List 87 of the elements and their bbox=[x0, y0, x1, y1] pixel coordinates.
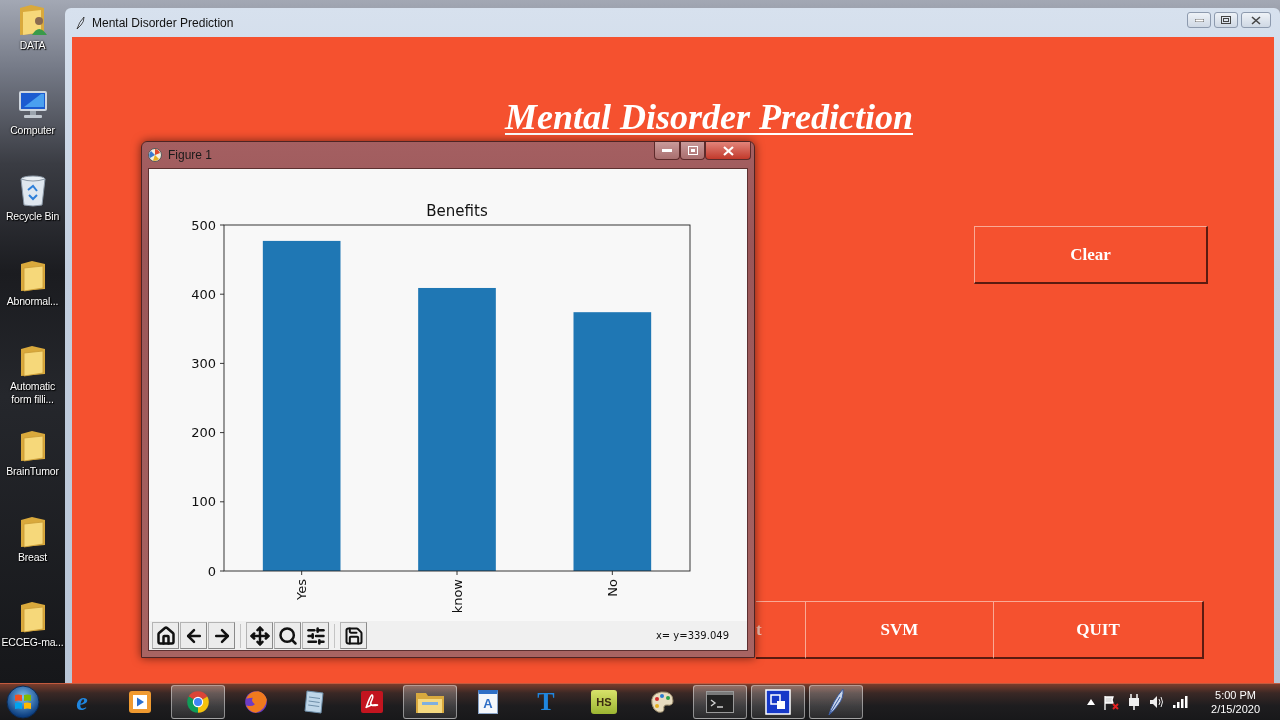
taskbar-button[interactable] bbox=[171, 685, 225, 719]
tick-mark bbox=[219, 362, 225, 364]
letter-logo: T bbox=[537, 688, 555, 716]
desktop-icon-label[interactable]: Breast bbox=[17, 550, 48, 564]
chart-title: Benefits bbox=[426, 202, 488, 220]
tick-label: know bbox=[449, 579, 465, 614]
tick-mark bbox=[219, 293, 225, 295]
globe-icon bbox=[243, 689, 269, 715]
maximize-button[interactable] bbox=[1214, 12, 1238, 28]
tick-label: 0 bbox=[207, 563, 216, 579]
taskbar-button[interactable] bbox=[403, 685, 457, 719]
recycle-bin-icon bbox=[18, 174, 47, 207]
desktop-icon-label[interactable]: Recycle Bin bbox=[5, 209, 60, 223]
tick-mark bbox=[219, 501, 225, 503]
signal-bars-icon bbox=[1173, 696, 1190, 708]
pan-button[interactable] bbox=[246, 622, 273, 649]
home-icon bbox=[155, 625, 176, 646]
circle-logo-icon bbox=[185, 689, 211, 715]
window-title: Figure 1 bbox=[168, 148, 213, 162]
tick-label: 300 bbox=[191, 355, 216, 371]
letter-logo: e bbox=[76, 688, 88, 716]
clock-time[interactable]: 5:00 PM bbox=[1215, 688, 1256, 702]
palette-icon bbox=[649, 690, 675, 714]
sliders-icon bbox=[305, 625, 326, 646]
minimize-icon bbox=[662, 149, 672, 152]
terminal-icon bbox=[706, 691, 734, 713]
zoom-button[interactable] bbox=[274, 622, 301, 649]
clock-date[interactable]: 2/15/2020 bbox=[1211, 702, 1260, 716]
close-icon bbox=[722, 145, 734, 156]
taskbar-button[interactable]: T bbox=[519, 685, 573, 719]
save-button[interactable] bbox=[340, 622, 367, 649]
tick-label: 400 bbox=[191, 286, 216, 302]
close-button[interactable] bbox=[705, 142, 751, 160]
app-logo-tile: HS bbox=[591, 690, 617, 714]
feather-icon bbox=[826, 688, 846, 716]
up-arrow-icon bbox=[1087, 699, 1096, 705]
tick-mark bbox=[301, 570, 303, 576]
close-button[interactable] bbox=[1241, 12, 1271, 28]
close-icon bbox=[1251, 15, 1261, 25]
tick-label: 200 bbox=[191, 425, 216, 441]
maximize-button[interactable] bbox=[680, 142, 705, 160]
taskbar-button[interactable] bbox=[693, 685, 747, 719]
cursor-coordinates: x= y=339.049 bbox=[655, 630, 729, 641]
desktop-icon-label[interactable]: BrainTumor bbox=[6, 465, 59, 479]
taskbar-button[interactable]: HS bbox=[577, 685, 631, 719]
document-logo: A bbox=[478, 690, 498, 714]
tick-mark bbox=[456, 570, 458, 576]
home-button[interactable] bbox=[152, 622, 179, 649]
start-orb-icon bbox=[6, 685, 40, 719]
desktop-icon-label[interactable]: Computer bbox=[10, 124, 55, 138]
desktop-icon-label[interactable]: ECCEG-ma... bbox=[1, 636, 64, 650]
forward-button[interactable] bbox=[208, 622, 235, 649]
taskbar-button[interactable] bbox=[809, 685, 863, 719]
folder-person-icon bbox=[17, 4, 48, 36]
speaker-icon bbox=[1149, 695, 1166, 709]
flag-icon bbox=[1103, 694, 1120, 710]
taskbar-button[interactable]: e bbox=[55, 685, 109, 719]
desktop-icon-label[interactable]: Abnormal... bbox=[6, 294, 59, 308]
play-icon bbox=[128, 690, 152, 714]
tick-mark bbox=[219, 224, 225, 226]
search-icon bbox=[277, 625, 298, 646]
swirl-tile-icon bbox=[360, 690, 384, 714]
tick-mark bbox=[611, 570, 613, 576]
tick-label: 100 bbox=[191, 494, 216, 510]
minimize-button[interactable] bbox=[654, 142, 680, 160]
desktop-icon-label[interactable]: Automatic form filli... bbox=[0, 380, 65, 407]
plug-icon bbox=[1127, 694, 1142, 710]
app-heading: Mental Disorder Prediction bbox=[505, 96, 913, 139]
four-way-arrow-icon bbox=[249, 625, 270, 646]
round-logo-icon bbox=[148, 148, 162, 162]
tick-label: 500 bbox=[191, 217, 216, 233]
tick-mark bbox=[219, 432, 225, 434]
restore-icon bbox=[687, 146, 698, 155]
tick-label: No bbox=[604, 579, 620, 597]
restore-icon bbox=[1221, 16, 1231, 24]
taskbar-button[interactable] bbox=[751, 685, 805, 719]
tick-label: Yes bbox=[294, 579, 310, 600]
notepad-icon bbox=[302, 689, 326, 715]
minimize-icon bbox=[1194, 18, 1204, 22]
square-window-icon bbox=[765, 689, 791, 715]
taskbar-button[interactable]: A bbox=[461, 685, 515, 719]
folder-icon bbox=[415, 690, 445, 714]
window-title: Mental Disorder Prediction bbox=[92, 15, 234, 30]
configure-button[interactable] bbox=[302, 622, 329, 649]
feather-icon bbox=[76, 15, 85, 30]
tick-mark bbox=[219, 570, 225, 572]
back-button[interactable] bbox=[180, 622, 207, 649]
